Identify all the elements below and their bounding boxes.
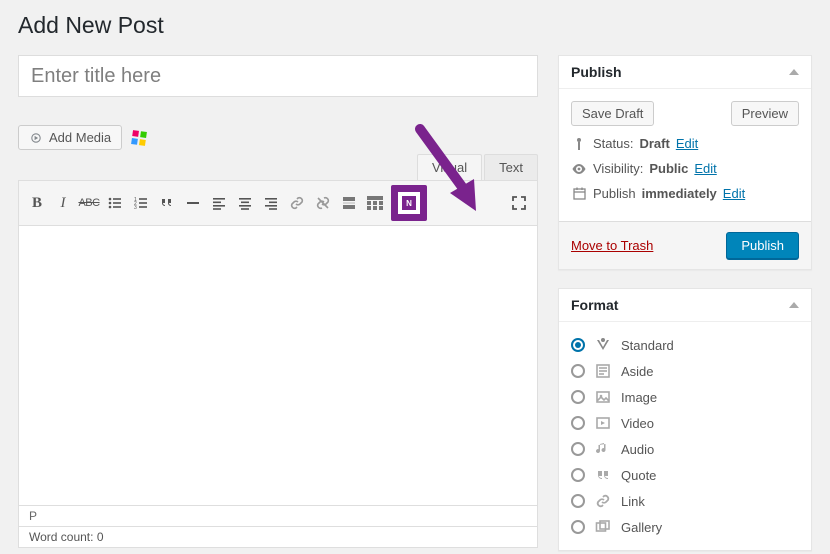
toolbar-fullscreen-button[interactable]	[507, 190, 531, 216]
publish-panel: Publish Save Draft Preview Status: Draft	[558, 55, 812, 270]
post-title-input[interactable]	[18, 55, 538, 97]
read-more-icon	[342, 196, 356, 210]
format-label: Image	[621, 390, 657, 405]
preview-button[interactable]: Preview	[731, 101, 799, 126]
editor-word-count: Word count: 0	[18, 527, 538, 548]
toolbar-hr-button[interactable]	[181, 190, 205, 216]
toolbar-italic-button[interactable]: I	[51, 190, 75, 216]
panel-collapse-toggle[interactable]	[789, 69, 799, 75]
onenote-plugin-button[interactable]: N	[391, 185, 427, 221]
format-option-standard[interactable]: Standard	[571, 332, 799, 358]
edit-schedule-link[interactable]: Edit	[723, 186, 745, 201]
edit-status-link[interactable]: Edit	[676, 136, 698, 151]
align-center-icon	[238, 196, 252, 210]
audio-icon	[595, 441, 611, 457]
list-ol-icon: 123	[134, 196, 148, 210]
format-label: Aside	[621, 364, 654, 379]
format-panel: Format Standard Aside Image Video Audio Quote…	[558, 288, 812, 551]
format-label: Quote	[621, 468, 656, 483]
unlink-icon	[316, 196, 330, 210]
toolbar-align-center-button[interactable]	[233, 190, 257, 216]
align-left-icon	[212, 196, 226, 210]
svg-text:3: 3	[134, 205, 137, 210]
format-option-gallery[interactable]: Gallery	[571, 514, 799, 540]
toolbar-unlink-button[interactable]	[311, 190, 335, 216]
publish-panel-title: Publish	[571, 64, 622, 80]
status-value: Draft	[639, 136, 669, 151]
schedule-value: immediately	[642, 186, 717, 201]
format-radio[interactable]	[571, 520, 585, 534]
toolbar-toggle-button[interactable]	[363, 190, 387, 216]
toolbar-read-more-button[interactable]	[337, 190, 361, 216]
format-option-aside[interactable]: Aside	[571, 358, 799, 384]
fullscreen-icon	[512, 196, 526, 210]
toolbar-link-button[interactable]	[285, 190, 309, 216]
kitchen-sink-icon	[367, 196, 383, 210]
standard-icon	[595, 337, 611, 353]
format-list: Standard Aside Image Video Audio Quote Link Gal…	[559, 322, 811, 550]
link-icon	[290, 196, 304, 210]
editor-tab-text[interactable]: Text	[484, 154, 538, 180]
editor-toolbar: B I ABC 123	[18, 180, 538, 226]
panel-collapse-toggle[interactable]	[789, 302, 799, 308]
format-radio[interactable]	[571, 390, 585, 404]
format-option-image[interactable]: Image	[571, 384, 799, 410]
visibility-label: Visibility:	[593, 161, 643, 176]
format-option-audio[interactable]: Audio	[571, 436, 799, 462]
image-icon	[595, 389, 611, 405]
hr-icon	[186, 196, 200, 210]
schedule-prefix: Publish	[593, 186, 636, 201]
format-panel-title: Format	[571, 297, 618, 313]
visibility-icon	[571, 164, 587, 174]
format-label: Audio	[621, 442, 654, 457]
toolbar-blockquote-button[interactable]	[155, 190, 179, 216]
toolbar-align-left-button[interactable]	[207, 190, 231, 216]
status-label: Status:	[593, 136, 633, 151]
quote-icon	[160, 196, 174, 210]
format-radio[interactable]	[571, 338, 585, 352]
toolbar-numbered-list-button[interactable]: 123	[129, 190, 153, 216]
editor-tab-visual[interactable]: Visual	[417, 154, 482, 180]
quote-icon	[595, 467, 611, 483]
page-title: Add New Post	[18, 12, 812, 39]
move-to-trash-link[interactable]: Move to Trash	[571, 238, 653, 253]
media-icon	[29, 131, 43, 145]
toolbar-bulleted-list-button[interactable]	[103, 190, 127, 216]
link-icon	[595, 493, 611, 509]
format-option-link[interactable]: Link	[571, 488, 799, 514]
edit-visibility-link[interactable]: Edit	[694, 161, 716, 176]
calendar-icon	[571, 187, 587, 200]
format-label: Video	[621, 416, 654, 431]
onenote-icon: N	[402, 196, 416, 210]
onenote-icon-frame: N	[398, 192, 420, 214]
format-option-video[interactable]: Video	[571, 410, 799, 436]
visibility-value: Public	[649, 161, 688, 176]
format-radio[interactable]	[571, 494, 585, 508]
format-radio[interactable]	[571, 442, 585, 456]
save-draft-button[interactable]: Save Draft	[571, 101, 654, 126]
status-icon	[571, 137, 587, 151]
toolbar-align-right-button[interactable]	[259, 190, 283, 216]
format-radio[interactable]	[571, 416, 585, 430]
format-label: Standard	[621, 338, 674, 353]
aside-icon	[595, 363, 611, 379]
format-label: Link	[621, 494, 645, 509]
gallery-icon	[595, 519, 611, 535]
publish-button[interactable]: Publish	[726, 232, 799, 259]
editor-element-path: P	[18, 506, 538, 527]
list-ul-icon	[108, 196, 122, 210]
video-icon	[595, 415, 611, 431]
format-label: Gallery	[621, 520, 662, 535]
format-option-quote[interactable]: Quote	[571, 462, 799, 488]
editor-content-area[interactable]	[18, 226, 538, 506]
windows-live-writer-icon[interactable]	[131, 130, 147, 146]
toolbar-bold-button[interactable]: B	[25, 190, 49, 216]
add-media-label: Add Media	[49, 130, 111, 145]
format-radio[interactable]	[571, 468, 585, 482]
toolbar-strikethrough-button[interactable]: ABC	[77, 190, 101, 216]
align-right-icon	[264, 196, 278, 210]
format-radio[interactable]	[571, 364, 585, 378]
add-media-button[interactable]: Add Media	[18, 125, 122, 150]
